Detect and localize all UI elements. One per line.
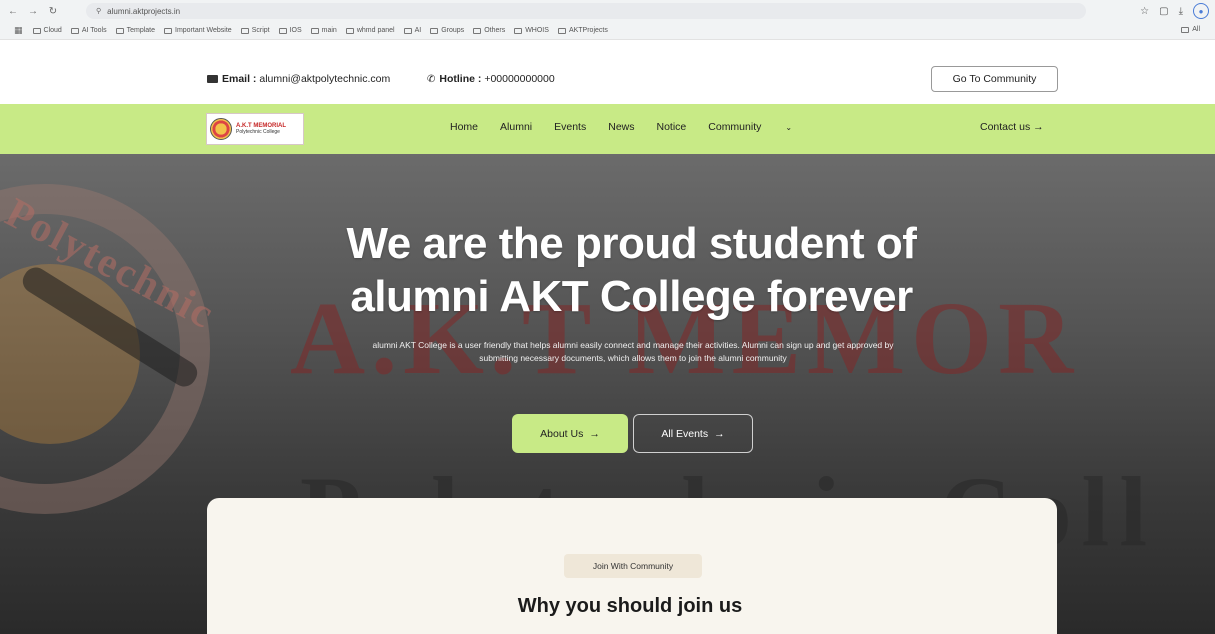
bookmarks-bar: ▦ Cloud AI Tools Template Important Webs…: [0, 22, 1215, 40]
bookmark-folder[interactable]: main: [310, 27, 337, 34]
all-events-button[interactable]: All Events →: [633, 414, 753, 453]
browser-toolbar: ← → ↻ ⚲ alumni.aktprojects.in ☆ ▢ ⤓ ●: [0, 0, 1215, 22]
join-community-badge: Join With Community: [564, 554, 702, 578]
logo-line2: Polytechnic College: [236, 128, 280, 135]
nav-home[interactable]: Home: [450, 121, 478, 133]
hero-title: We are the proud student of alumni AKT C…: [0, 218, 1215, 324]
browser-actions: ☆ ▢ ⤓ ●: [1140, 3, 1209, 19]
bookmark-folder[interactable]: Template: [115, 27, 155, 34]
bookmark-folder[interactable]: Important Website: [164, 27, 232, 34]
bookmark-folder[interactable]: Groups: [430, 27, 464, 34]
nav-community[interactable]: Community ⌄: [708, 121, 814, 133]
bookmark-folder[interactable]: Script: [240, 27, 270, 34]
url-text: alumni.aktprojects.in: [107, 6, 181, 16]
bookmark-folder[interactable]: AKTProjects: [557, 27, 608, 34]
site-info-icon[interactable]: ⚲: [96, 7, 101, 15]
logo-emblem-icon: [210, 118, 232, 140]
main-navigation: A.K.T MEMORIAL Polytechnic College Home …: [0, 104, 1215, 154]
bookmark-folder[interactable]: IOS: [278, 27, 302, 34]
all-bookmarks-folder[interactable]: All: [1181, 26, 1200, 33]
hero-description: alumni AKT College is a user friendly th…: [372, 340, 894, 364]
arrow-right-icon: →: [1033, 121, 1044, 133]
nav-notice[interactable]: Notice: [657, 121, 687, 133]
chevron-down-icon: ⌄: [785, 123, 793, 132]
bookmark-folder[interactable]: AI Tools: [70, 27, 107, 34]
profile-icon[interactable]: ●: [1193, 3, 1209, 19]
contact-email: Email : alumni@aktpolytechnic.com: [207, 73, 390, 85]
nav-links: Home Alumni Events News Notice Community…: [450, 121, 836, 133]
bookmark-folder[interactable]: Cloud: [32, 27, 62, 34]
go-to-community-button[interactable]: Go To Community: [931, 66, 1058, 92]
nav-alumni[interactable]: Alumni: [500, 121, 532, 133]
hero-title-line2: alumni AKT College forever: [350, 271, 913, 321]
bookmark-folder[interactable]: Others: [473, 27, 505, 34]
hotline-label: Hotline :: [439, 73, 482, 85]
envelope-icon: [207, 75, 218, 83]
bookmark-star-icon[interactable]: ☆: [1140, 6, 1149, 17]
email-label: Email :: [222, 73, 257, 85]
reload-icon[interactable]: ↻: [46, 4, 60, 18]
nav-news[interactable]: News: [608, 121, 634, 133]
arrow-right-icon: →: [714, 427, 725, 440]
hotline-value[interactable]: +00000000000: [484, 73, 554, 85]
bookmark-folder[interactable]: WHOIS: [514, 27, 549, 34]
hero-title-line1: We are the proud student of: [346, 219, 917, 268]
contact-hotline: ✆ Hotline : +00000000000: [427, 73, 555, 85]
address-bar[interactable]: ⚲ alumni.aktprojects.in: [86, 3, 1086, 19]
nav-events[interactable]: Events: [554, 121, 586, 133]
phone-icon: ✆: [427, 73, 436, 85]
back-icon[interactable]: ←: [6, 4, 20, 18]
contact-us-link[interactable]: Contact us →: [980, 121, 1044, 133]
extensions-icon[interactable]: ▢: [1159, 6, 1168, 17]
apps-icon[interactable]: ▦: [14, 25, 23, 36]
join-section-title: Why you should join us: [517, 595, 743, 617]
email-value[interactable]: alumni@aktpolytechnic.com: [259, 73, 390, 85]
download-icon[interactable]: ⤓: [1179, 6, 1183, 17]
about-us-button[interactable]: About Us →: [512, 414, 628, 453]
bookmark-folder[interactable]: whmd panel: [345, 27, 395, 34]
college-logo[interactable]: A.K.T MEMORIAL Polytechnic College: [206, 113, 304, 145]
bookmark-folder[interactable]: AI: [403, 27, 421, 34]
forward-icon[interactable]: →: [26, 4, 40, 18]
arrow-right-icon: →: [589, 427, 600, 440]
contact-bar: Email : alumni@aktpolytechnic.com ✆ Hotl…: [0, 40, 1215, 104]
